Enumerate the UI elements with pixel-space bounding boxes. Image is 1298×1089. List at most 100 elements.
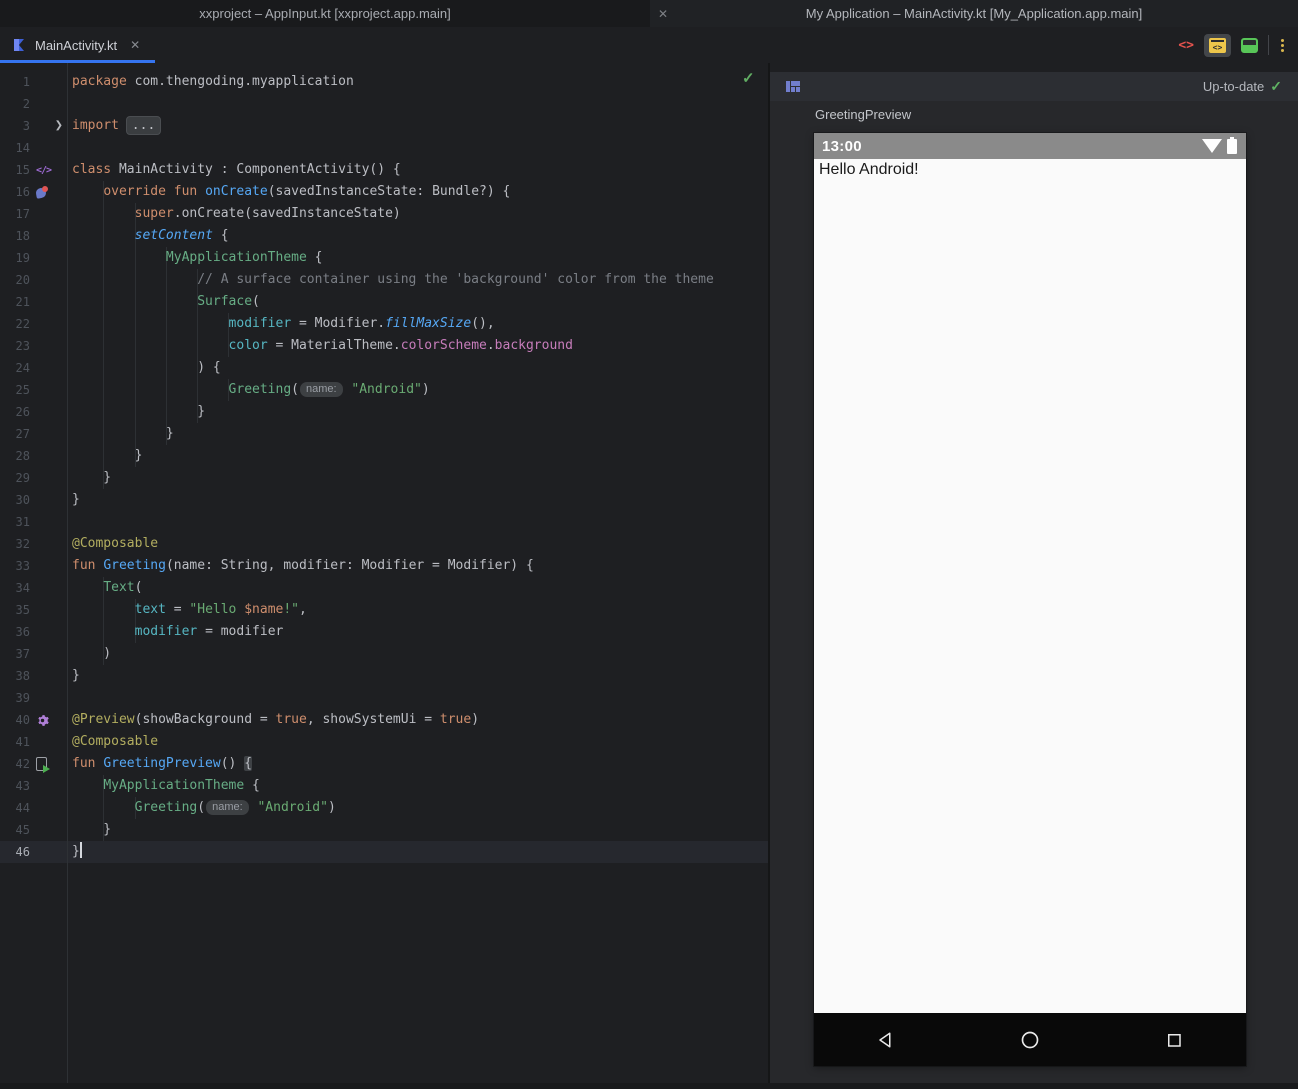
code-line[interactable]: import ...: [66, 115, 161, 137]
editor-row: 25 Greeting(name: "Android"): [0, 379, 768, 401]
line-number: 25: [15, 383, 30, 397]
preview-name-label[interactable]: GreetingPreview: [815, 107, 911, 122]
editor-row: 1 package com.thengoding.myapplication: [0, 71, 768, 93]
line-number: 44: [15, 801, 30, 815]
code-line[interactable]: setContent {: [66, 225, 229, 247]
editor-row: 42 fun GreetingPreview() {: [0, 753, 768, 775]
code-line[interactable]: ) {: [66, 357, 221, 379]
gutter: [30, 335, 66, 357]
code-line[interactable]: ): [66, 643, 111, 665]
code-line[interactable]: class MainActivity : ComponentActivity()…: [66, 159, 401, 181]
line-number: 18: [15, 229, 30, 243]
code-line[interactable]: }: [66, 819, 111, 841]
code-line[interactable]: override fun onCreate(savedInstanceState…: [66, 181, 510, 203]
line-number: 23: [15, 339, 30, 353]
device-preview[interactable]: 13:00 Hello Android!: [814, 133, 1246, 1066]
split-view-button[interactable]: <>: [1204, 33, 1231, 57]
line-number: 46: [15, 845, 30, 859]
code-line[interactable]: MyApplicationTheme {: [66, 247, 323, 269]
code-line[interactable]: }: [66, 467, 111, 489]
line-number: 14: [15, 141, 30, 155]
code-line[interactable]: text = "Hello $name!",: [66, 599, 307, 621]
code-line[interactable]: // A surface container using the 'backgr…: [66, 269, 714, 291]
code-line[interactable]: Greeting(name: "Android"): [66, 797, 336, 819]
gutter: [30, 489, 66, 511]
nav-home-button[interactable]: [958, 1030, 1102, 1050]
window-titlebar-right: ✕ My Application – MainActivity.kt [My_A…: [650, 0, 1298, 27]
code-line[interactable]: Text(: [66, 577, 142, 599]
editor-row: 34 Text(: [0, 577, 768, 599]
gutter: [30, 203, 66, 225]
window-title-right: My Application – MainActivity.kt [My_App…: [805, 6, 1143, 21]
code-line[interactable]: }: [66, 445, 143, 467]
preview-toolbar: Up-to-date ✓: [770, 72, 1298, 101]
code-line[interactable]: MyApplicationTheme {: [66, 775, 260, 797]
gear-icon[interactable]: [36, 709, 49, 731]
line-number: 36: [15, 625, 30, 639]
editor-row: 17 super.onCreate(savedInstanceState): [0, 203, 768, 225]
code-line[interactable]: modifier = Modifier.fillMaxSize(),: [66, 313, 495, 335]
code-line[interactable]: @Preview(showBackground = true, showSyst…: [66, 709, 479, 731]
gutter: [30, 841, 66, 863]
gutter: [30, 357, 66, 379]
status-icons: [1202, 136, 1246, 154]
code-line[interactable]: }: [66, 841, 82, 863]
code-line[interactable]: }: [66, 423, 174, 445]
override-icon[interactable]: [35, 181, 48, 203]
code-line[interactable]: package com.thengoding.myapplication: [66, 71, 354, 93]
gutter: [30, 225, 66, 247]
line-number: 15: [15, 163, 30, 177]
gutter: [30, 269, 66, 291]
editor-row: 20 // A surface container using the 'bac…: [0, 269, 768, 291]
line-number: 21: [15, 295, 30, 309]
nav-recents-button[interactable]: [1102, 1031, 1246, 1049]
editor-row: 2: [0, 93, 768, 115]
inspection-ok-icon[interactable]: ✓: [742, 69, 755, 87]
nav-back-button[interactable]: [814, 1031, 958, 1049]
code-view-button[interactable]: <>: [1178, 38, 1194, 53]
composable-icon[interactable]: </>: [36, 159, 52, 181]
gutter: [30, 753, 66, 775]
line-number: 24: [15, 361, 30, 375]
code-line[interactable]: color = MaterialTheme.colorScheme.backgr…: [66, 335, 573, 357]
preview-panel-header-gap: [770, 63, 1298, 72]
design-view-button[interactable]: [1241, 37, 1258, 53]
editor-row: 23 color = MaterialTheme.colorScheme.bac…: [0, 335, 768, 357]
grid-layout-icon[interactable]: [786, 81, 800, 92]
editor-row: 3 ❯ import ...: [0, 115, 768, 137]
editor-row: 35 text = "Hello $name!",: [0, 599, 768, 621]
code-line[interactable]: }: [66, 489, 80, 511]
editor-more-menu-button[interactable]: [1279, 37, 1286, 54]
code-line[interactable]: Greeting(name: "Android"): [66, 379, 430, 401]
code-line[interactable]: fun GreetingPreview() {: [66, 753, 253, 775]
editor-tab-mainactivity[interactable]: MainActivity.kt ✕: [0, 27, 155, 63]
editor-row: 24 ) {: [0, 357, 768, 379]
gutter: [30, 423, 66, 445]
fold-arrow-icon[interactable]: ❯: [55, 115, 63, 137]
code-line[interactable]: super.onCreate(savedInstanceState): [66, 203, 401, 225]
code-line[interactable]: }: [66, 401, 205, 423]
editor-row: 29 }: [0, 467, 768, 489]
gutter: [30, 247, 66, 269]
editor-row: 44 Greeting(name: "Android"): [0, 797, 768, 819]
line-number: 30: [15, 493, 30, 507]
code-editor[interactable]: 1 package com.thengoding.myapplication 2 3 ❯…: [0, 63, 768, 1083]
line-number: 29: [15, 471, 30, 485]
code-line[interactable]: Surface(: [66, 291, 260, 313]
greeting-text: Hello Android!: [819, 161, 919, 178]
line-number: 28: [15, 449, 30, 463]
line-number: 43: [15, 779, 30, 793]
tab-close-icon[interactable]: ✕: [130, 38, 140, 52]
editor-row: 15 </> class MainActivity : ComponentActiv…: [0, 159, 768, 181]
gutter: [30, 687, 66, 709]
run-preview-icon[interactable]: [36, 753, 50, 775]
close-window-button[interactable]: ✕: [658, 0, 668, 27]
gutter: [30, 93, 66, 115]
code-line[interactable]: fun Greeting(name: String, modifier: Mod…: [66, 555, 534, 577]
code-line[interactable]: @Composable: [66, 731, 158, 753]
editor-row: 46}: [0, 841, 768, 863]
code-line[interactable]: modifier = modifier: [66, 621, 284, 643]
code-line[interactable]: }: [66, 665, 80, 687]
editor-row: 39: [0, 687, 768, 709]
code-line[interactable]: @Composable: [66, 533, 158, 555]
